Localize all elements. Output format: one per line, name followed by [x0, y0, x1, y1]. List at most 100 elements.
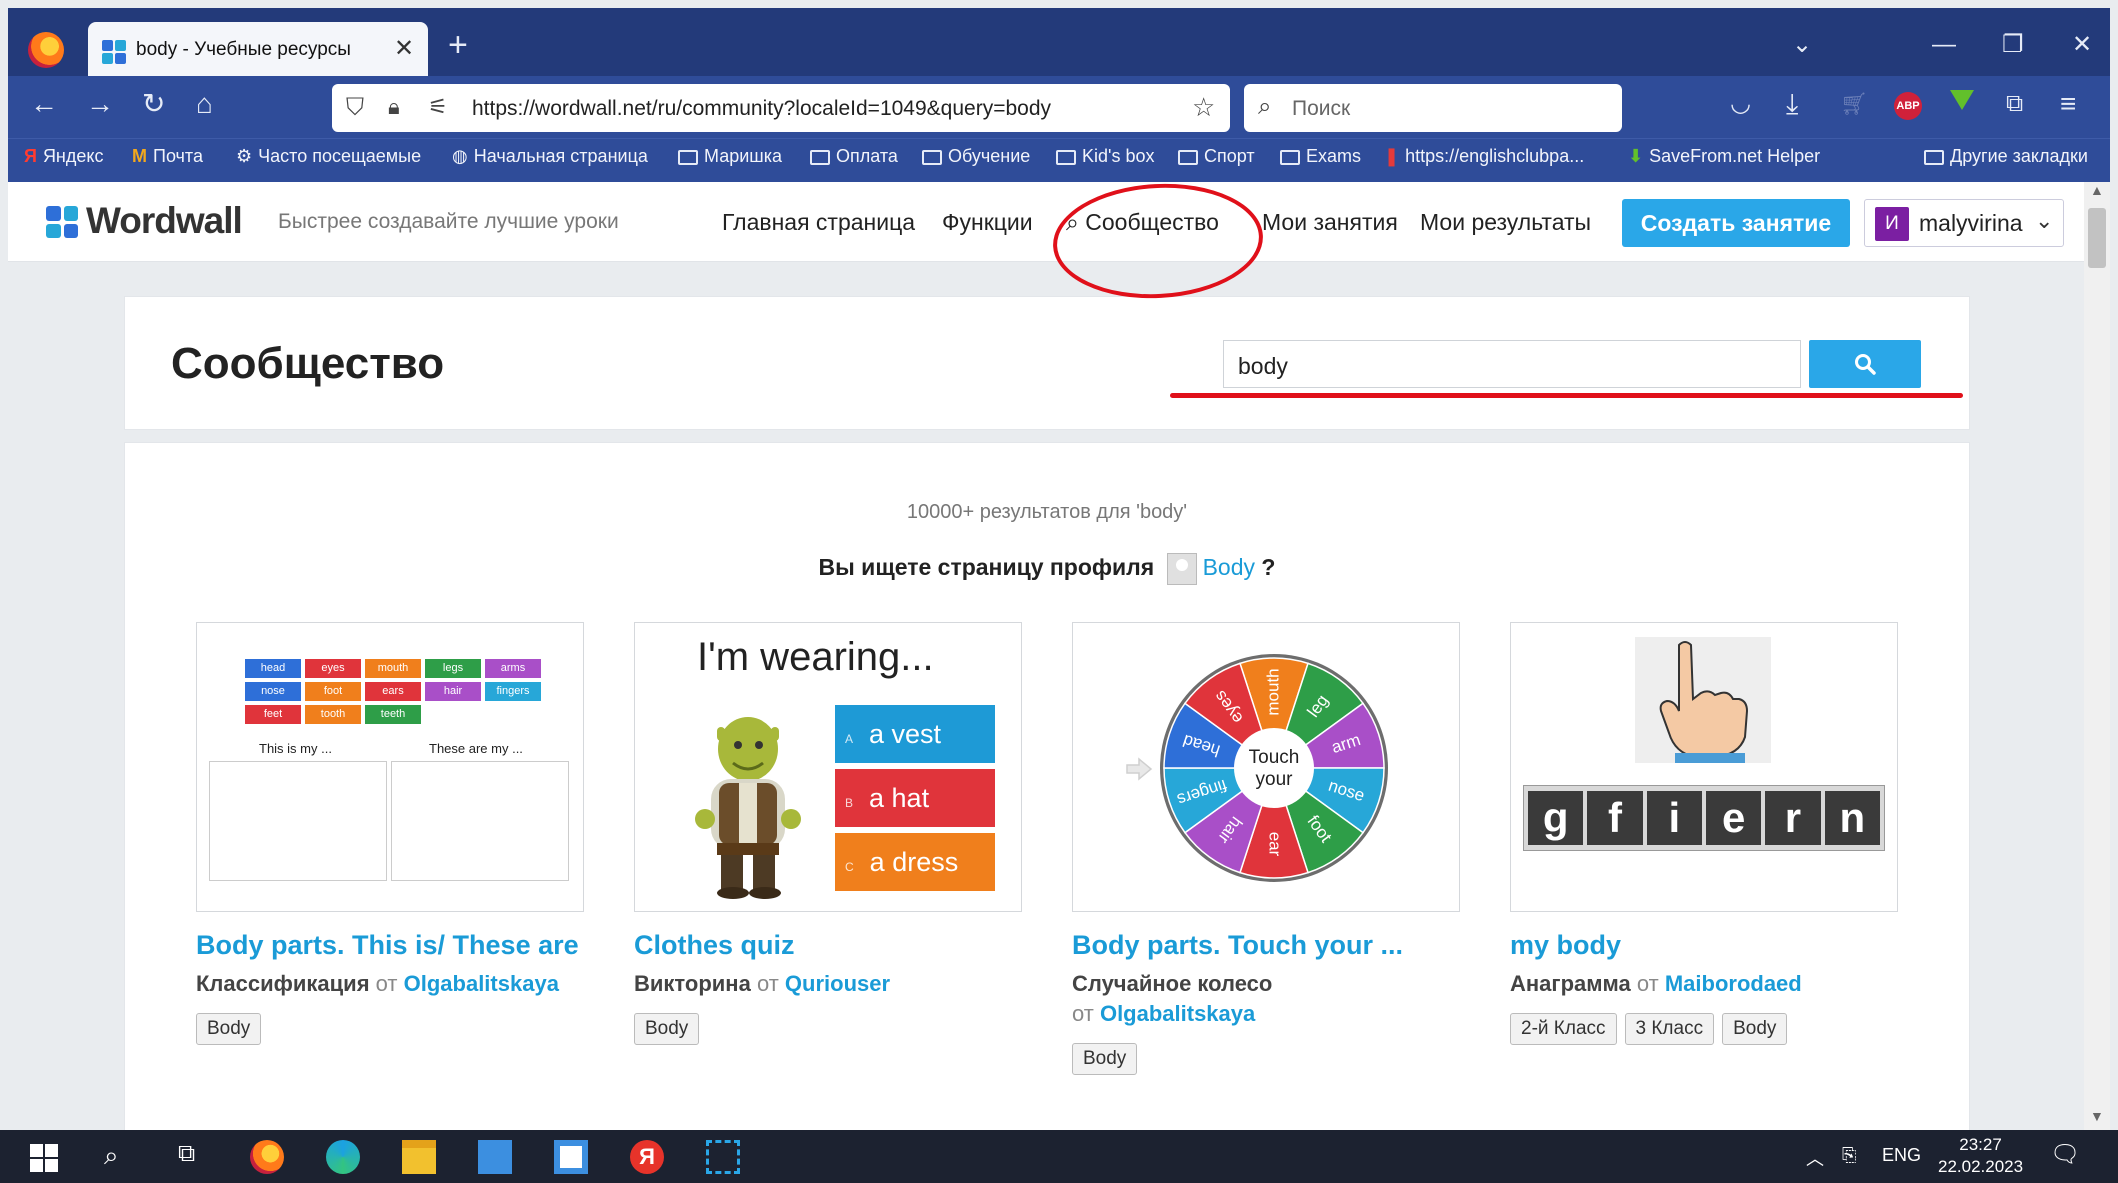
- store-icon[interactable]: [554, 1140, 588, 1174]
- url-text[interactable]: https://wordwall.net/ru/community?locale…: [472, 97, 1051, 121]
- author-link[interactable]: Maiborodaed: [1665, 971, 1802, 996]
- address-bar[interactable]: ⛉ 🔒︎ ⚟ https://wordwall.net/ru/community…: [332, 84, 1230, 132]
- author-link[interactable]: Quriouser: [785, 971, 890, 996]
- permissions-icon[interactable]: ⚟: [428, 94, 448, 120]
- bookmark-star-icon[interactable]: ☆: [1192, 92, 1215, 123]
- community-search-panel: Сообщество body: [124, 296, 1970, 430]
- yandex-browser-icon[interactable]: Я: [630, 1140, 664, 1174]
- wordwall-logo-icon[interactable]: [46, 206, 78, 238]
- snipping-tool-icon[interactable]: [706, 1140, 740, 1174]
- language-indicator[interactable]: ENG: [1882, 1145, 1921, 1166]
- nav-features[interactable]: Функции: [942, 209, 1033, 236]
- bookmark-folder-marishka[interactable]: Маришка: [678, 146, 782, 167]
- word-tile: arms: [485, 659, 541, 678]
- minimize-icon[interactable]: —: [1932, 32, 1956, 58]
- lock-icon[interactable]: 🔒︎: [388, 94, 400, 120]
- notifications-icon[interactable]: 🗨︎: [2050, 1140, 2080, 1169]
- tab-close-icon[interactable]: ✕: [394, 34, 414, 63]
- red-annotation-underline: [1170, 393, 1963, 398]
- page-scrollbar[interactable]: ▲ ▼: [2084, 182, 2110, 1130]
- restore-icon[interactable]: ❐: [2002, 32, 2024, 58]
- bookmark-folder-sport[interactable]: Спорт: [1178, 146, 1255, 167]
- folder-icon: [922, 150, 942, 165]
- author-link[interactable]: Olgabalitskaya: [1100, 1001, 1255, 1026]
- result-card[interactable]: head eyes mouth legs arms nose foot ears hair fin…: [196, 622, 584, 1045]
- bookmark-englishclub[interactable]: ❚ https://englishclubpa...: [1384, 146, 1584, 167]
- card-thumbnail[interactable]: gfiern: [1510, 622, 1898, 912]
- card-title[interactable]: Clothes quiz: [634, 930, 1022, 961]
- tag[interactable]: Body: [1072, 1043, 1138, 1075]
- card-title[interactable]: Body parts. This is/ These are: [196, 930, 584, 961]
- tag-list: 2-й Класс 3 Класс Body: [1510, 1013, 1898, 1045]
- bookmark-mail[interactable]: M Почта: [132, 146, 203, 167]
- nav-my-activities[interactable]: Мои занятия: [1262, 209, 1398, 236]
- mail-icon[interactable]: [478, 1140, 512, 1174]
- savefrom-icon[interactable]: [1950, 90, 1974, 110]
- bookmark-folder-education[interactable]: Обучение: [922, 146, 1030, 167]
- community-search-input[interactable]: body: [1223, 340, 1801, 388]
- extensions-icon[interactable]: ⧉: [2006, 88, 2023, 120]
- bookmark-most-visited[interactable]: ⚙ Часто посещаемые: [236, 146, 421, 167]
- bookmark-savefrom[interactable]: ⬇ SaveFrom.net Helper: [1628, 146, 1820, 167]
- card-title[interactable]: Body parts. Touch your ...: [1072, 930, 1460, 961]
- tray-chevron-icon[interactable]: ︿: [1806, 1145, 1824, 1171]
- scroll-up-icon[interactable]: ▲: [2090, 182, 2104, 198]
- result-card[interactable]: mouth leg arm nose foot ear hair fingers head eye…: [1072, 622, 1460, 1075]
- reload-icon[interactable]: ↻: [142, 88, 165, 120]
- tag[interactable]: Body: [196, 1013, 262, 1045]
- tab-list-chevron-icon[interactable]: ⌄: [1792, 32, 1812, 58]
- letter-tile: e: [1705, 791, 1762, 845]
- network-icon[interactable]: ⎘: [1842, 1145, 1856, 1166]
- scroll-thumb[interactable]: [2088, 208, 2106, 268]
- pocket-icon[interactable]: ◡: [1730, 88, 1751, 120]
- user-menu[interactable]: И malyvirina ⌄: [1864, 199, 2064, 247]
- card-thumbnail[interactable]: head eyes mouth legs arms nose foot ears hair fin…: [196, 622, 584, 912]
- home-icon[interactable]: ⌂: [196, 88, 213, 120]
- scroll-down-icon[interactable]: ▼: [2090, 1108, 2104, 1124]
- taskbar-search-icon[interactable]: ⌕: [104, 1140, 119, 1172]
- result-card[interactable]: gfiern my body Анаграмма от Maiborodaed …: [1510, 622, 1898, 1045]
- result-card[interactable]: I'm wearing... Aa vest Ba hat Ca dress C…: [634, 622, 1022, 1045]
- new-tab-icon[interactable]: +: [448, 28, 468, 62]
- file-explorer-icon[interactable]: [402, 1140, 436, 1174]
- community-search-button[interactable]: [1809, 340, 1921, 388]
- bookmark-yandex[interactable]: Я Яндекс: [24, 146, 103, 167]
- edge-taskbar-icon[interactable]: [326, 1140, 360, 1174]
- nav-home[interactable]: Главная страница: [722, 209, 915, 236]
- forward-icon[interactable]: →: [86, 88, 114, 120]
- tag[interactable]: Body: [1722, 1013, 1788, 1045]
- taskbar-clock[interactable]: 23:27 22.02.2023: [1938, 1134, 2023, 1178]
- bookmark-start-page[interactable]: ◍ Начальная страница: [452, 146, 648, 167]
- wordwall-logo-text[interactable]: Wordwall: [86, 200, 243, 242]
- bookmark-folder-kids-box[interactable]: Kid's box: [1056, 146, 1154, 167]
- folder-icon: [678, 150, 698, 165]
- browser-search-field[interactable]: ⌕ Поиск: [1244, 84, 1622, 132]
- tag[interactable]: 2-й Класс: [1510, 1013, 1617, 1045]
- tag[interactable]: Body: [634, 1013, 700, 1045]
- nav-my-results[interactable]: Мои результаты: [1420, 209, 1591, 236]
- author-link[interactable]: Olgabalitskaya: [404, 971, 559, 996]
- shield-icon[interactable]: ⛉: [346, 94, 364, 122]
- card-thumbnail[interactable]: mouth leg arm nose foot ear hair fingers head eye…: [1072, 622, 1460, 912]
- word-tile: head: [245, 659, 301, 678]
- group-box: [209, 761, 387, 881]
- bookmark-folder-exams[interactable]: Exams: [1280, 146, 1361, 167]
- adblock-icon[interactable]: ABP: [1894, 92, 1922, 120]
- firefox-icon[interactable]: [28, 32, 64, 68]
- task-view-icon[interactable]: ⧉: [178, 1140, 195, 1168]
- tag[interactable]: 3 Класс: [1624, 1013, 1715, 1045]
- window-close-icon[interactable]: ✕: [2072, 32, 2092, 58]
- windows-start-icon[interactable]: [30, 1144, 58, 1172]
- back-icon[interactable]: ←: [30, 88, 58, 120]
- browser-tab[interactable]: body - Учебные ресурсы ✕: [88, 22, 428, 82]
- firefox-taskbar-icon[interactable]: [250, 1140, 284, 1174]
- downloads-icon[interactable]: ⤓: [1786, 88, 1798, 120]
- bookmark-folder-payment[interactable]: Оплата: [810, 146, 898, 167]
- menu-icon[interactable]: ≡: [2060, 88, 2076, 120]
- bookmark-other-folder[interactable]: Другие закладки: [1924, 146, 2088, 167]
- create-activity-button[interactable]: Создать занятие: [1622, 199, 1850, 247]
- profile-link[interactable]: Body: [1203, 554, 1255, 580]
- card-title[interactable]: my body: [1510, 930, 1898, 961]
- cart-icon[interactable]: 🛒︎: [1840, 88, 1868, 120]
- card-thumbnail[interactable]: I'm wearing... Aa vest Ba hat Ca dress: [634, 622, 1022, 912]
